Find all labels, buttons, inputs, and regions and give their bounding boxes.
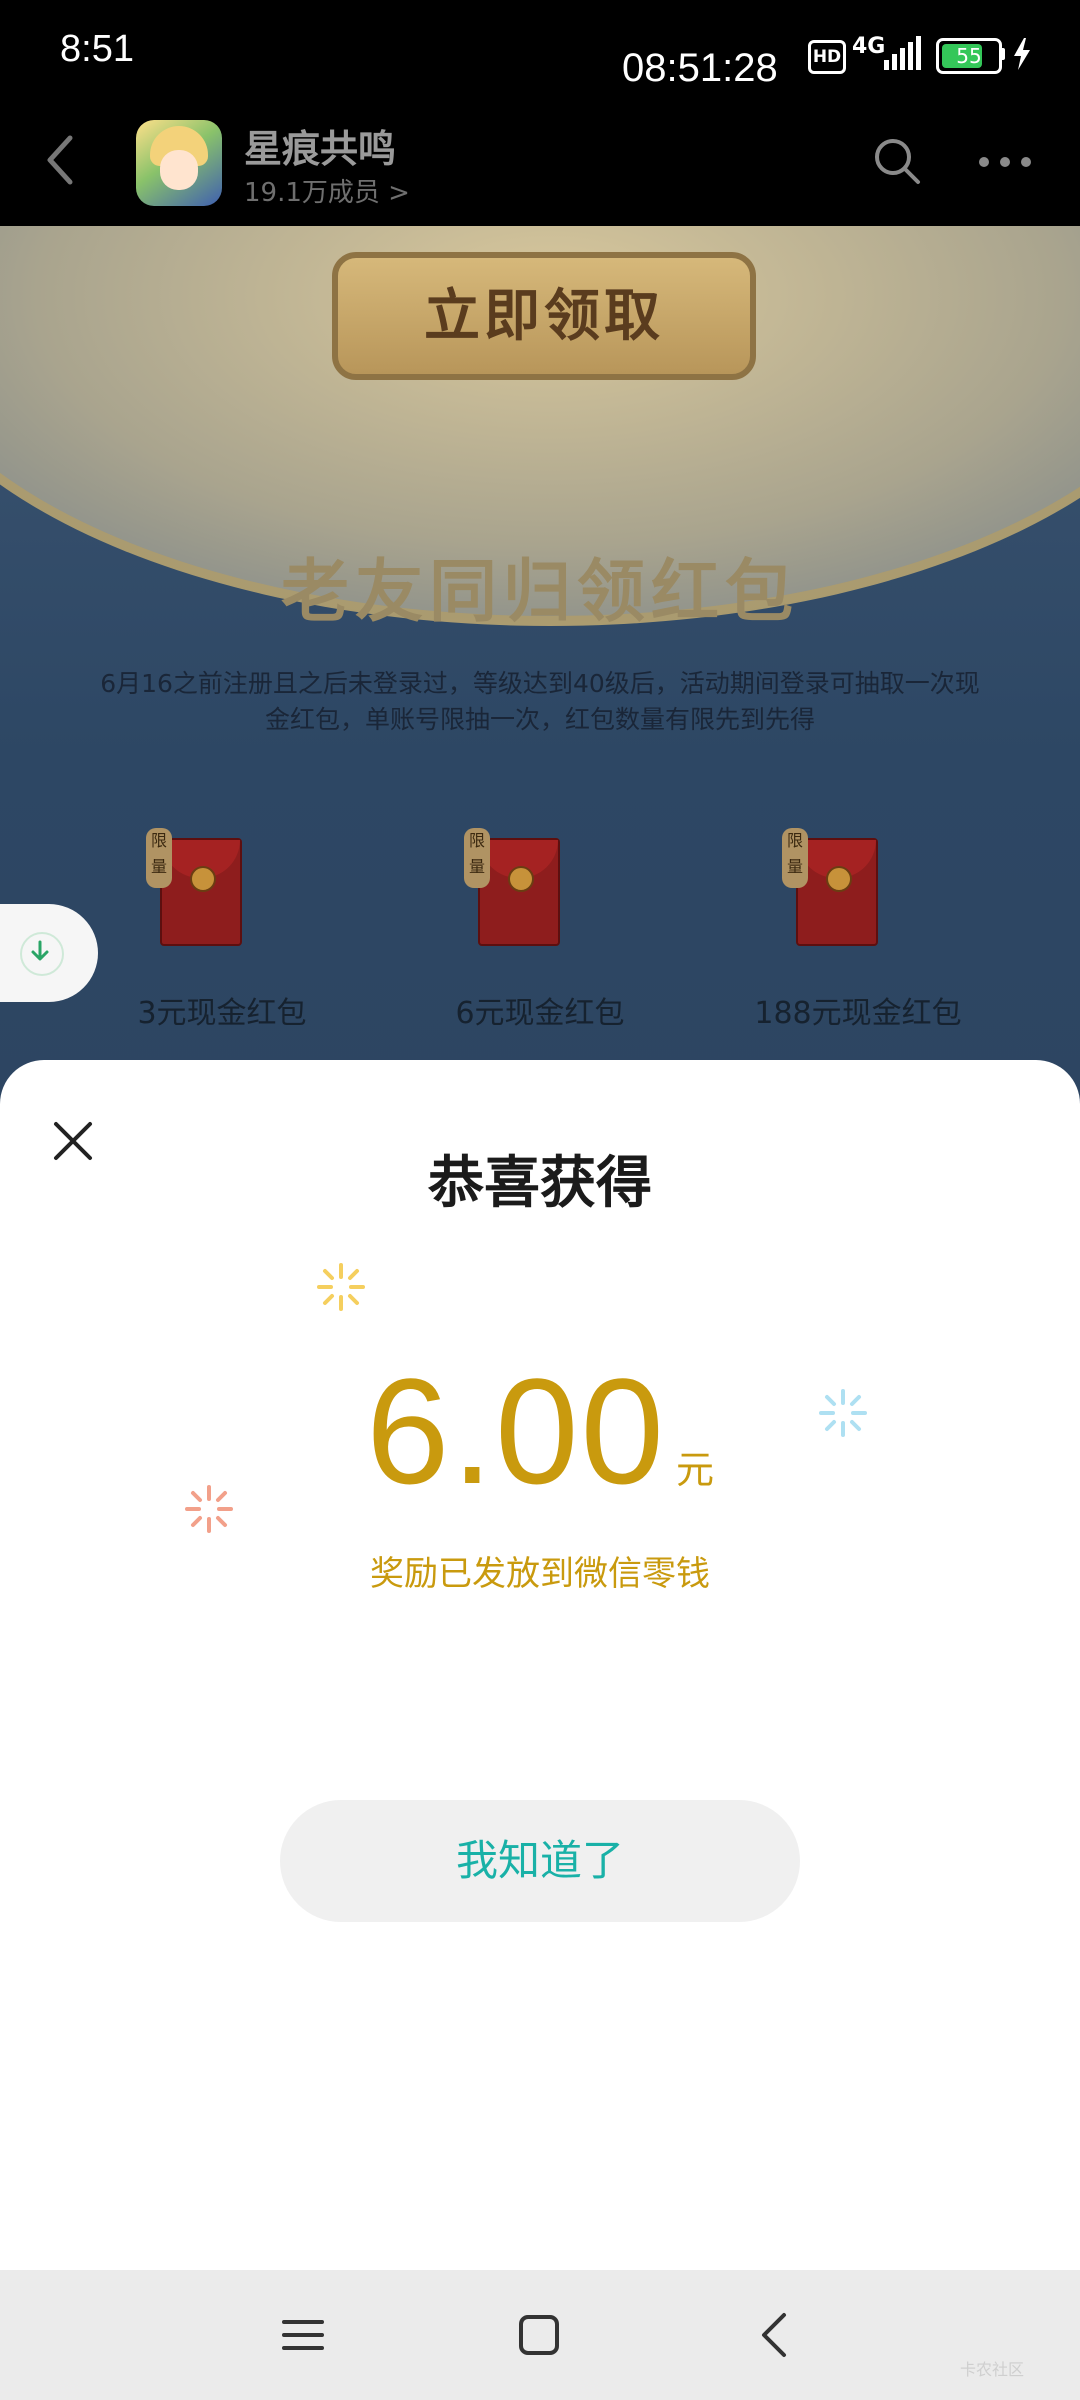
status-clock: 08:51:28	[622, 46, 778, 90]
download-icon	[31, 940, 49, 961]
amount-unit: 元	[675, 1448, 714, 1492]
reward-dialog	[0, 1060, 1080, 2270]
red-packet-icon	[160, 838, 242, 946]
app-avatar[interactable]	[136, 120, 222, 206]
system-nav-bar: 卡农社区	[0, 2270, 1080, 2400]
download-button[interactable]	[0, 904, 98, 1002]
home-icon[interactable]	[514, 2310, 564, 2360]
event-description: 6月16之前注册且之后未登录过，等级达到40级后，活动期间登录可抽取一次现金红包…	[100, 669, 980, 734]
app-name[interactable]: 星痕共鸣	[244, 118, 396, 173]
more-icon[interactable]	[976, 142, 1034, 182]
hd-icon: HD	[808, 40, 846, 74]
limit-tag: 限量	[464, 828, 490, 888]
reward-note: 奖励已发放到微信零钱	[370, 1554, 710, 1594]
charging-icon	[1014, 38, 1030, 70]
reward-card[interactable]: 限量 6元现金红包	[390, 828, 690, 1038]
claim-now-button[interactable]: 立即领取	[332, 252, 756, 380]
network-type: 4G	[852, 34, 886, 59]
member-count[interactable]: 19.1万成员 >	[244, 172, 410, 209]
limit-tag: 限量	[146, 828, 172, 888]
watermark: 卡农社区	[960, 2360, 1025, 2379]
back-nav-icon[interactable]	[750, 2310, 800, 2360]
confirm-button[interactable]: 我知道了	[280, 1800, 800, 1922]
amount-value: 6.00	[366, 1347, 666, 1515]
signal-icon	[884, 36, 921, 70]
limit-tag: 限量	[782, 828, 808, 888]
event-banner: 立即领取 老友同归领红包 6月16之前注册且之后未登录过，等级达到40级后，活动…	[0, 226, 1080, 1106]
battery-icon: 55	[936, 38, 1002, 74]
status-bar: 8:51 08:51:28 HD 4G 55	[0, 0, 1080, 100]
sparkle-icon	[317, 1263, 365, 1311]
reward-label: 188元现金红包	[754, 996, 962, 1031]
red-packet-icon	[478, 838, 560, 946]
menu-icon[interactable]	[278, 2310, 328, 2360]
dialog-title: 恭喜获得	[428, 1151, 652, 1216]
reward-card[interactable]: 限量 188元现金红包	[708, 828, 1008, 1038]
red-packet-icon	[796, 838, 878, 946]
event-title: 老友同归领红包	[280, 552, 799, 632]
battery-level: 55	[956, 44, 982, 68]
search-icon[interactable]	[872, 136, 922, 186]
reward-card[interactable]: 限量 3元现金红包	[72, 828, 372, 1038]
battery-tip	[1000, 48, 1005, 60]
status-time: 8:51	[60, 28, 134, 70]
reward-label: 3元现金红包	[137, 996, 307, 1031]
back-icon[interactable]	[40, 130, 80, 190]
reward-amount: 6.00 元	[0, 1345, 1080, 1518]
reward-label: 6元现金红包	[455, 996, 625, 1031]
